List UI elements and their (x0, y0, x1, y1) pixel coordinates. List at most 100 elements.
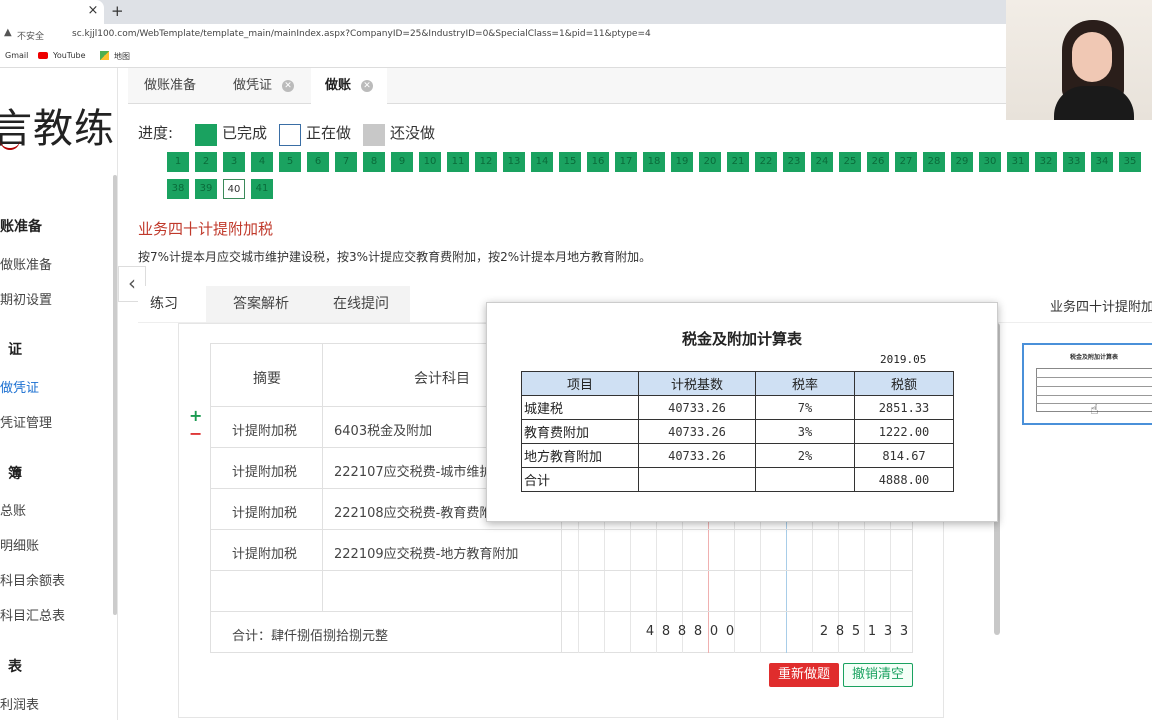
progress-step-28[interactable]: 28 (923, 152, 945, 172)
progress-step-24[interactable]: 24 (811, 152, 833, 172)
row-account[interactable]: 6403税金及附加 (334, 420, 432, 439)
close-icon[interactable]: ✕ (282, 79, 295, 92)
row-account[interactable]: 222109应交税费-地方教育附加 (334, 543, 518, 562)
progress-step-21[interactable]: 21 (727, 152, 749, 172)
progress-step-31[interactable]: 31 (1007, 152, 1029, 172)
progress-step-19[interactable]: 19 (671, 152, 693, 172)
row-summary[interactable]: 计提附加税 (232, 461, 297, 480)
hand-cursor-icon: ☝ (1090, 402, 1099, 418)
progress-step-25[interactable]: 25 (839, 152, 861, 172)
progress-step-14[interactable]: 14 (531, 152, 553, 172)
progress-step-13[interactable]: 13 (503, 152, 525, 172)
bookmark-youtube[interactable]: YouTube (53, 51, 86, 60)
progress-step-10[interactable]: 10 (419, 152, 441, 172)
progress-step-29[interactable]: 29 (951, 152, 973, 172)
tab-practice[interactable]: 练习 (138, 286, 190, 322)
row-account[interactable]: 222107应交税费-城市维护 (334, 461, 492, 480)
row-account[interactable]: 222108应交税费-教育费附 (334, 502, 492, 521)
sidebar-item-voucher-mgmt[interactable]: 凭证管理 (0, 412, 52, 431)
row-summary[interactable]: 计提附加税 (232, 543, 297, 562)
redo-button[interactable]: 重新做题 (769, 663, 839, 687)
thumbnail-rule (1036, 395, 1152, 396)
progress-step-30[interactable]: 30 (979, 152, 1001, 172)
progress-step-1[interactable]: 1 (167, 152, 189, 172)
security-label[interactable]: 不安全 (17, 29, 44, 42)
tab-voucher[interactable]: 做凭证 ✕ (219, 68, 308, 104)
tab-label: 做账准备 (144, 78, 197, 93)
thumbnail-title: 税金及附加计算表 (1070, 354, 1119, 361)
progress-step-38[interactable]: 38 (167, 179, 189, 199)
remove-row-icon[interactable]: − (189, 424, 202, 443)
sidebar-item-detail[interactable]: 明细账 (0, 535, 39, 554)
progress-step-33[interactable]: 33 (1063, 152, 1085, 172)
progress-step-39[interactable]: 39 (195, 179, 217, 199)
table-row: 城建税 40733.26 7% 2851.33 (521, 395, 954, 420)
table-cell: 3% (755, 419, 855, 444)
progress-step-22[interactable]: 22 (755, 152, 777, 172)
sidebar-section-voucher[interactable]: 证 (8, 339, 22, 359)
tab-label: 做凭证 (233, 78, 273, 93)
table-row: 地方教育附加 40733.26 2% 814.67 (521, 443, 954, 468)
progress-step-40[interactable]: 40 (223, 179, 245, 199)
bookmark-gmail[interactable]: Gmail (5, 51, 28, 60)
sidebar-section-reports[interactable]: 表 (8, 656, 22, 676)
tab-prep[interactable]: 做账准备 (130, 68, 210, 104)
progress-step-8[interactable]: 8 (363, 152, 385, 172)
legend-done-label: 已完成 (222, 124, 268, 142)
progress-step-18[interactable]: 18 (643, 152, 665, 172)
progress-step-5[interactable]: 5 (279, 152, 301, 172)
progress-step-35[interactable]: 35 (1119, 152, 1141, 172)
close-tab-icon[interactable]: × (86, 3, 100, 18)
row-summary[interactable]: 计提附加税 (232, 420, 297, 439)
progress-step-15[interactable]: 15 (559, 152, 581, 172)
tab-ask[interactable]: 在线提问 (312, 286, 410, 322)
progress-step-27[interactable]: 27 (895, 152, 917, 172)
sidebar-item-ledger[interactable]: 总账 (0, 500, 26, 519)
tab-bookkeeping[interactable]: 做账 ✕ (311, 68, 388, 104)
progress-step-17[interactable]: 17 (615, 152, 637, 172)
tab-answer[interactable]: 答案解析 (206, 286, 316, 322)
progress-step-9[interactable]: 9 (391, 152, 413, 172)
progress-step-23[interactable]: 23 (783, 152, 805, 172)
sidebar-item-summary[interactable]: 科目汇总表 (0, 605, 65, 624)
progress-step-32[interactable]: 32 (1035, 152, 1057, 172)
sidebar-section-prep[interactable]: 账准备 (0, 216, 42, 236)
sidebar-section-books[interactable]: 簿 (8, 463, 22, 483)
credit-digit: 1 (867, 624, 877, 639)
progress-step-7[interactable]: 7 (335, 152, 357, 172)
row-divider (210, 529, 913, 530)
progress-step-11[interactable]: 11 (447, 152, 469, 172)
progress-step-2[interactable]: 2 (195, 152, 217, 172)
row-summary[interactable]: 计提附加税 (232, 502, 297, 521)
legend-todo-label: 还没做 (390, 124, 436, 142)
table-cell: 2851.33 (854, 395, 954, 420)
progress-step-6[interactable]: 6 (307, 152, 329, 172)
table-cell: 合计 (521, 467, 639, 492)
progress-step-34[interactable]: 34 (1091, 152, 1113, 172)
table-cell (638, 467, 756, 492)
sidebar-item-make-voucher[interactable]: 做凭证 (0, 377, 39, 396)
progress-step-20[interactable]: 20 (699, 152, 721, 172)
progress-step-16[interactable]: 16 (587, 152, 609, 172)
warning-icon[interactable]: ▲ (4, 27, 12, 38)
credit-digit: 8 (835, 624, 845, 639)
progress-step-3[interactable]: 3 (223, 152, 245, 172)
table-cell: 40733.26 (638, 395, 756, 420)
sidebar-item-prep[interactable]: 做账准备 (0, 254, 52, 273)
progress-step-12[interactable]: 12 (475, 152, 497, 172)
add-row-icon[interactable]: + (189, 406, 202, 425)
progress-step-4[interactable]: 4 (251, 152, 273, 172)
right-panel-title: 业务四十计提附加 (1050, 300, 1152, 315)
bookmark-maps[interactable]: 地图 (114, 51, 130, 62)
progress-step-41[interactable]: 41 (251, 179, 273, 199)
sidebar-item-balance[interactable]: 科目余额表 (0, 570, 65, 589)
clear-button[interactable]: 撤销清空 (843, 663, 913, 687)
sidebar-scrollbar[interactable] (113, 175, 117, 615)
close-icon[interactable]: ✕ (361, 79, 374, 92)
sidebar-item-opening[interactable]: 期初设置 (0, 289, 52, 308)
progress-step-26[interactable]: 26 (867, 152, 889, 172)
header-account: 会计科目 (414, 371, 470, 387)
new-tab-icon[interactable]: + (111, 2, 124, 20)
sidebar-item-profit[interactable]: 利润表 (0, 694, 39, 713)
url-text[interactable]: sc.kjjl100.com/WebTemplate/template_main… (72, 29, 651, 39)
